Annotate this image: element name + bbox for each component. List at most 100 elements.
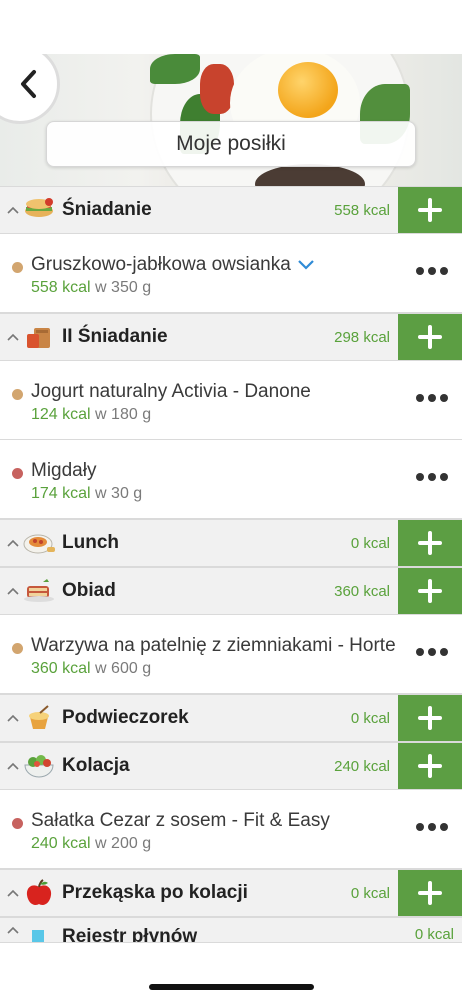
back-button[interactable]	[12, 64, 46, 104]
collapse-caret-icon[interactable]	[0, 926, 22, 934]
header-banner: Moje posiłki	[0, 54, 462, 186]
meal-name: Lunch	[62, 532, 119, 553]
dot-icon	[416, 394, 424, 402]
food-name: Warzywa na patelnię z ziemniakami - Hort…	[31, 635, 396, 656]
meal-name: Kolacja	[62, 755, 130, 776]
meal-name: Śniadanie	[62, 199, 152, 220]
dot-icon	[428, 823, 436, 831]
add-food-button[interactable]	[398, 568, 462, 614]
food-item[interactable]: Gruszkowo-jabłkowa owsianka 558 kcal w 3…	[0, 234, 462, 313]
plus-icon	[418, 579, 442, 603]
meal-kcal: 298 kcal	[334, 328, 390, 346]
tomato-decoration	[200, 64, 234, 114]
dot-icon	[416, 823, 424, 831]
food-name: Jogurt naturalny Activia - Danone	[31, 381, 311, 402]
meal-header[interactable]: Lunch 0 kcal	[0, 519, 462, 567]
collapse-caret-icon[interactable]	[0, 587, 22, 595]
dot-icon	[416, 473, 424, 481]
salad-icon	[22, 751, 56, 781]
food-item[interactable]: Jogurt naturalny Activia - Danone 124 kc…	[0, 361, 462, 440]
plus-icon	[418, 754, 442, 778]
meal-name: II Śniadanie	[62, 326, 168, 347]
meal-kcal: 0 kcal	[414, 926, 454, 943]
meal-kcal: 0 kcal	[350, 884, 390, 902]
collapse-caret-icon[interactable]	[0, 889, 22, 897]
food-kcal: 174 kcal	[31, 485, 91, 502]
meal-kcal: 360 kcal	[334, 582, 390, 600]
meal-name: Przekąska po kolacji	[62, 882, 248, 903]
more-options-button[interactable]	[416, 820, 448, 834]
leaf-decoration	[150, 54, 200, 84]
collapse-caret-icon[interactable]	[0, 762, 22, 770]
meal-header[interactable]: Obiad 360 kcal	[0, 567, 462, 615]
more-options-button[interactable]	[416, 470, 448, 484]
food-kcal: 240 kcal	[31, 835, 91, 852]
more-options-button[interactable]	[416, 391, 448, 405]
meal-kcal: 0 kcal	[350, 709, 390, 727]
dot-icon	[440, 267, 448, 275]
meal-header[interactable]: Podwieczorek 0 kcal	[0, 694, 462, 742]
more-options-button[interactable]	[416, 645, 448, 659]
add-food-button[interactable]	[398, 743, 462, 789]
dot-icon	[440, 823, 448, 831]
meal-name: Rejestr płynów	[62, 926, 198, 943]
plus-icon	[418, 531, 442, 555]
apple-icon	[22, 878, 56, 908]
meal-header[interactable]: Kolacja 240 kcal	[0, 742, 462, 790]
collapse-caret-icon[interactable]	[0, 539, 22, 547]
lunchbag-icon	[22, 322, 56, 352]
food-item[interactable]: Warzywa na patelnię z ziemniakami - Hort…	[0, 615, 462, 694]
expand-chevron-icon[interactable]	[297, 259, 315, 271]
dot-icon	[428, 648, 436, 656]
food-amount: w 30 g	[95, 485, 143, 502]
dot-icon	[440, 394, 448, 402]
add-food-button[interactable]	[398, 870, 462, 916]
food-category-dot	[12, 389, 23, 400]
food-category-dot	[12, 818, 23, 829]
egg-yolk-image	[278, 62, 338, 118]
plus-icon	[418, 881, 442, 905]
water-icon	[22, 926, 56, 942]
food-amount: w 350 g	[95, 279, 152, 296]
dot-icon	[440, 473, 448, 481]
more-options-button[interactable]	[416, 264, 448, 278]
meal-header[interactable]: Śniadanie 558 kcal	[0, 186, 462, 234]
dot-icon	[440, 648, 448, 656]
add-food-button[interactable]	[398, 314, 462, 360]
food-kcal: 558 kcal	[31, 279, 91, 296]
food-name: Migdały	[31, 460, 97, 481]
meal-header[interactable]: Przekąska po kolacji 0 kcal	[0, 869, 462, 917]
meal-header[interactable]: Rejestr płynów 0 kcal	[0, 917, 462, 943]
food-amount: w 180 g	[95, 406, 152, 423]
add-food-button[interactable]	[398, 695, 462, 741]
collapse-caret-icon[interactable]	[0, 206, 22, 214]
collapse-caret-icon[interactable]	[0, 333, 22, 341]
food-category-dot	[12, 262, 23, 273]
dessert-icon	[22, 703, 56, 733]
sandwich-icon	[22, 195, 56, 225]
meal-kcal: 240 kcal	[334, 757, 390, 775]
food-item[interactable]: Migdały 174 kcal w 30 g	[0, 440, 462, 519]
home-indicator	[149, 984, 314, 990]
dinner-icon	[22, 576, 56, 606]
food-item[interactable]: Sałatka Cezar z sosem - Fit & Easy 240 k…	[0, 790, 462, 869]
plus-icon	[418, 325, 442, 349]
add-food-button[interactable]	[398, 187, 462, 233]
meal-kcal: 0 kcal	[350, 534, 390, 552]
status-bar	[0, 0, 462, 54]
plus-icon	[418, 198, 442, 222]
page-title: Moje posiłki	[46, 121, 416, 167]
dot-icon	[416, 648, 424, 656]
food-category-dot	[12, 468, 23, 479]
meal-kcal: 558 kcal	[334, 201, 390, 219]
food-kcal: 360 kcal	[31, 660, 91, 677]
add-food-button[interactable]	[398, 520, 462, 566]
collapse-caret-icon[interactable]	[0, 714, 22, 722]
food-name: Sałatka Cezar z sosem - Fit & Easy	[31, 810, 330, 831]
food-name: Gruszkowo-jabłkowa owsianka	[31, 254, 291, 275]
food-amount: w 200 g	[95, 835, 152, 852]
dot-icon	[428, 473, 436, 481]
back-chevron-icon	[21, 70, 36, 98]
meal-name: Obiad	[62, 580, 116, 601]
meal-header[interactable]: II Śniadanie 298 kcal	[0, 313, 462, 361]
